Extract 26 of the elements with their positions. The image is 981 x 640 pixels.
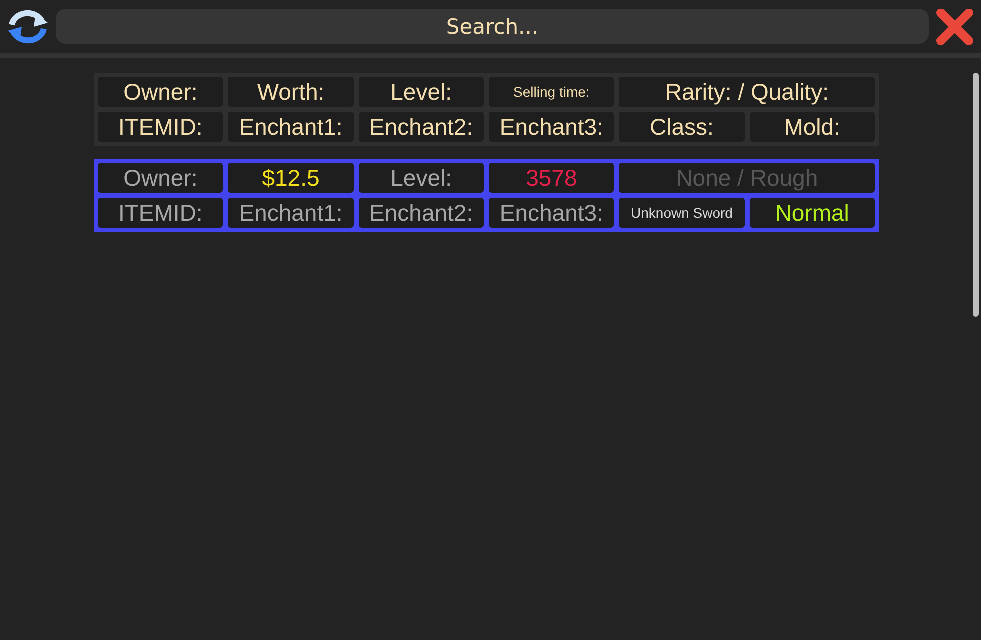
cell-text: Selling time: (514, 85, 590, 99)
cell-text: Class: (650, 116, 714, 138)
cell-text: $12.5 (262, 166, 320, 190)
cell-text: Level: (390, 166, 452, 190)
cell-text: Rarity: / Quality: (665, 80, 829, 104)
scrollbar[interactable] (973, 73, 979, 317)
cell-text: Enchant1: (239, 202, 343, 224)
cell-text: ITEMID: (118, 202, 203, 224)
item-row[interactable]: Owner: $12.5 Level: 3578 None / Rough ITEMID: Enchant1: Enchant2: Enchant3: Unknown Sword Normal (94, 159, 879, 232)
cell-text: Enchant3: (500, 202, 604, 224)
cell-text: Enchant3: (500, 116, 604, 138)
cell-text: Unknown Sword (631, 206, 733, 220)
close-icon[interactable] (935, 8, 975, 44)
cell-text: 3578 (526, 166, 578, 190)
cell-text: None / Rough (676, 166, 818, 190)
search-field[interactable]: Search... (56, 9, 929, 44)
cell-text: Enchant2: (370, 202, 474, 224)
cell-text: Owner: (124, 80, 198, 104)
cell-text: Enchant2: (370, 116, 474, 138)
cell-text: ITEMID: (118, 116, 203, 138)
cell-text: Enchant1: (239, 116, 343, 138)
cell-text: Level: (390, 80, 452, 104)
cell-text: Owner: (124, 166, 198, 190)
cell-text: Mold: (784, 116, 840, 138)
cell-text: Worth: (257, 80, 325, 104)
cell-text: Normal (775, 202, 850, 224)
